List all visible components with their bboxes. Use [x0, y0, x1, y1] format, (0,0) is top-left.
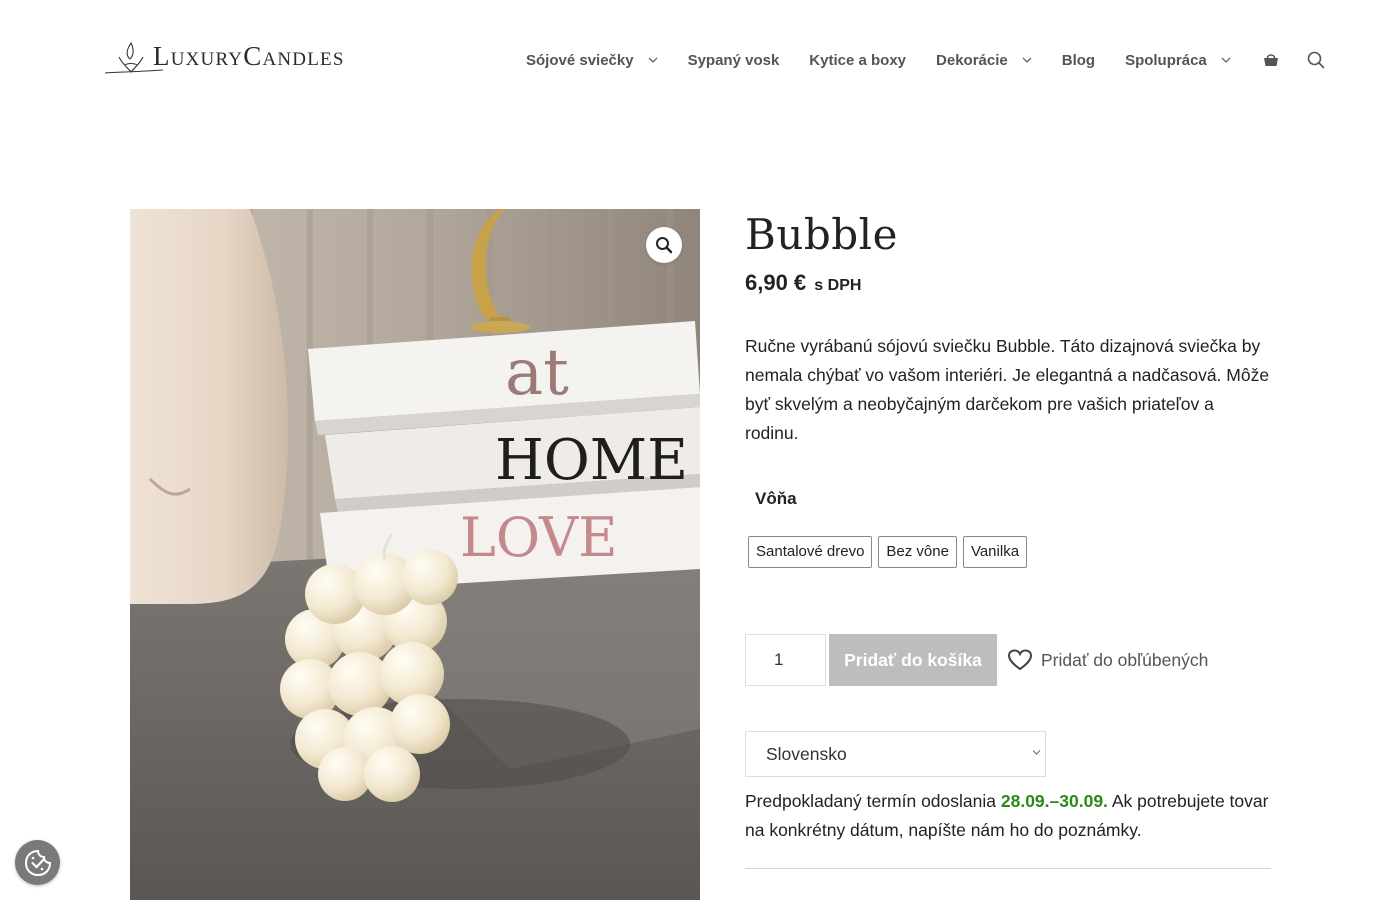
shipping-estimate: Predpokladaný termín odoslania 28.09.–30…	[745, 787, 1270, 845]
nav-item-label: Spolupráca	[1125, 51, 1207, 69]
book-text-home: HOME	[495, 428, 688, 493]
chevron-down-icon	[1221, 57, 1231, 63]
nav-item-sypany-vosk[interactable]: Sypaný vosk	[688, 52, 780, 69]
cookie-consent-icon	[24, 849, 51, 876]
book-text-love: LOVE	[460, 506, 618, 569]
site-header: LUXURYCANDLES Sójové sviečky Sypaný vosk…	[0, 0, 1400, 120]
country-selected-value: Slovensko	[766, 743, 847, 764]
book-text-at: at	[505, 336, 569, 410]
nav-item-label: Sypaný vosk	[687, 51, 780, 69]
product-price: 6,90 € s DPH	[745, 269, 1275, 300]
heart-icon	[1007, 649, 1033, 671]
nav-item-dekoracie[interactable]: Dekorácie	[936, 52, 1032, 69]
nav-item-sojove-sviecky[interactable]: Sójové sviečky	[526, 52, 658, 69]
country-select[interactable]: Slovensko	[745, 731, 1046, 777]
shipping-prefix: Predpokladaný termín odoslania	[745, 791, 996, 811]
scent-option-bez-vone[interactable]: Bez vône	[878, 536, 957, 568]
product-description: Ručne vyrábanú sójovú sviečku Bubble. Tá…	[745, 336, 1270, 443]
nav-item-label: Blog	[1061, 51, 1096, 69]
nav-item-label: Dekorácie	[936, 51, 1008, 69]
product-title: Bubble	[745, 210, 898, 259]
add-to-cart-button[interactable]: Pridať do košíka	[829, 634, 997, 686]
product-summary: Bubble 6,90 € s DPH Ručne vyrábanú sójov…	[745, 209, 1275, 869]
chevron-down-icon	[648, 57, 658, 63]
price-value: 6,90 €	[745, 270, 807, 295]
search-icon[interactable]	[1306, 50, 1326, 70]
nav-item-label: Sójové sviečky	[526, 51, 634, 69]
zoom-button[interactable]	[646, 227, 682, 263]
scent-option-santalove-drevo[interactable]: Santalové drevo	[748, 536, 873, 568]
chevron-down-icon	[1032, 750, 1041, 755]
shipping-dates: 28.09.–30.09.	[1000, 791, 1108, 811]
shopping-basket-icon[interactable]	[1261, 50, 1281, 70]
nav-item-blog[interactable]: Blog	[1062, 52, 1095, 69]
cookie-settings-button[interactable]	[15, 840, 60, 885]
chevron-down-icon	[1022, 57, 1032, 63]
nav-item-kytice-a-boxy[interactable]: Kytice a boxy	[809, 52, 906, 69]
site-logo[interactable]: LUXURYCANDLES	[103, 38, 353, 80]
add-to-wishlist-link[interactable]: Pridať do obľúbených	[1007, 648, 1208, 672]
main-navigation: Sójové sviečky Sypaný vosk Kytice a boxy…	[526, 44, 1326, 76]
scent-options: Santalové drevo Bez vône Vanilka	[748, 536, 1033, 568]
attribute-label: Vôňa	[755, 489, 797, 508]
magnifier-icon	[656, 237, 673, 254]
wishlist-label: Pridať do obľúbených	[1041, 649, 1209, 670]
product-photo: at HOME LOVE	[130, 209, 700, 900]
add-to-cart-row: Pridať do košíka Pridať do obľúbených	[745, 634, 1208, 686]
logo-text: LUXURYCANDLES	[153, 40, 345, 71]
nav-item-spolupraca[interactable]: Spolupráca	[1125, 52, 1231, 69]
quantity-input[interactable]	[745, 634, 826, 686]
divider	[745, 868, 1271, 869]
nav-item-label: Kytice a boxy	[809, 51, 907, 69]
price-vat-suffix: s DPH	[814, 277, 862, 294]
scent-option-vanilka[interactable]: Vanilka	[962, 536, 1028, 568]
product-image[interactable]: at HOME LOVE	[130, 209, 700, 900]
